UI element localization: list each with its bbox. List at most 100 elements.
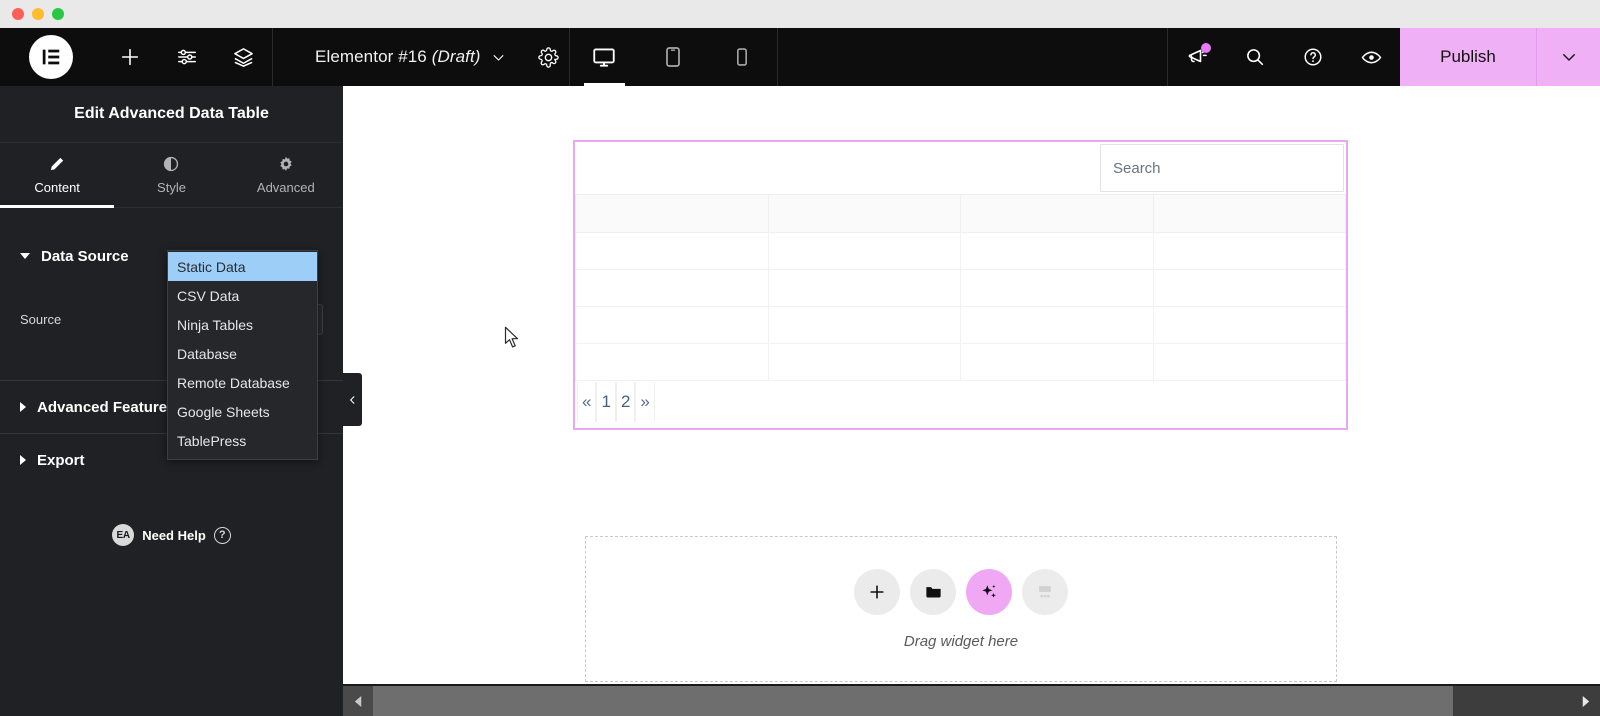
horizontal-scrollbar[interactable] bbox=[343, 686, 1600, 716]
elementor-mark-icon bbox=[42, 49, 59, 65]
pagination-page-1[interactable]: 1 bbox=[596, 382, 616, 422]
table-search-input[interactable]: Search bbox=[1100, 144, 1344, 192]
plus-icon bbox=[870, 584, 884, 599]
chevron-right-icon bbox=[20, 455, 26, 465]
structure-layers-button[interactable] bbox=[215, 28, 272, 86]
table-cell bbox=[767, 306, 961, 344]
add-template-button[interactable] bbox=[910, 568, 956, 615]
panel-title: Edit Advanced Data Table bbox=[0, 86, 343, 143]
pagination-last-button[interactable]: » bbox=[635, 382, 655, 422]
search-icon bbox=[1247, 49, 1264, 66]
table-row bbox=[575, 306, 1346, 344]
topbar-divider-3 bbox=[776, 28, 778, 86]
device-mobile-button[interactable] bbox=[708, 28, 777, 86]
document-title-group[interactable]: Elementor #16 (Draft) bbox=[273, 28, 528, 86]
chevron-left-icon bbox=[350, 395, 355, 404]
document-title: Elementor #16 (Draft) bbox=[315, 47, 481, 66]
table-cell bbox=[1152, 343, 1346, 381]
table-row bbox=[575, 343, 1346, 381]
preview-changes-button[interactable] bbox=[1342, 28, 1400, 86]
elementor-logo-button[interactable] bbox=[0, 35, 101, 79]
tab-style[interactable]: Style bbox=[114, 143, 228, 207]
scrollbar-track-remainder[interactable] bbox=[1453, 686, 1570, 716]
device-tablet-button[interactable] bbox=[639, 28, 708, 86]
pagination-first-button[interactable]: « bbox=[577, 382, 597, 422]
tab-advanced[interactable]: Advanced bbox=[229, 143, 343, 207]
collapse-panel-button[interactable] bbox=[343, 373, 362, 426]
question-circle-icon: ? bbox=[213, 526, 231, 544]
gear-icon bbox=[280, 156, 292, 172]
panel-bottom-strip bbox=[0, 686, 343, 716]
section-advanced-features-label: Advanced Features bbox=[37, 398, 176, 416]
table-cell bbox=[575, 232, 769, 270]
publish-options-button[interactable] bbox=[1536, 28, 1600, 86]
table-cell bbox=[1152, 269, 1346, 307]
notification-badge-dot bbox=[1201, 43, 1211, 53]
source-option-static-data[interactable]: Static Data bbox=[168, 252, 317, 281]
scrollbar-thumb[interactable] bbox=[373, 686, 1453, 716]
source-option-ninja-tables[interactable]: Ninja Tables bbox=[168, 310, 317, 339]
help-button[interactable] bbox=[1284, 28, 1342, 86]
window-titlebar bbox=[0, 0, 1600, 28]
panel-tabs: Content Style Advanced bbox=[0, 143, 343, 208]
mobile-icon bbox=[737, 48, 748, 66]
scrollbar-track[interactable] bbox=[373, 686, 1570, 716]
tablet-icon bbox=[666, 47, 680, 67]
site-settings-button[interactable] bbox=[158, 28, 215, 86]
ai-button[interactable] bbox=[966, 568, 1012, 615]
source-option-database[interactable]: Database bbox=[168, 339, 317, 368]
finder-search-button[interactable] bbox=[1226, 28, 1284, 86]
source-option-tablepress[interactable]: TablePress bbox=[168, 426, 317, 455]
settings-sliders-icon bbox=[177, 49, 196, 65]
topbar-actions bbox=[1168, 28, 1400, 86]
widget-dropzone[interactable]: Drag widget here bbox=[585, 536, 1337, 682]
advanced-data-table-widget[interactable]: Search « 1 2 » bbox=[573, 140, 1348, 430]
window-minimize-button[interactable] bbox=[32, 8, 44, 20]
window-close-button[interactable] bbox=[12, 8, 24, 20]
need-help-link[interactable]: EA Need Help ? bbox=[0, 524, 343, 546]
table-cell bbox=[575, 269, 769, 307]
publish-button[interactable]: Publish bbox=[1400, 28, 1536, 86]
add-element-button[interactable] bbox=[101, 28, 158, 86]
table-cell bbox=[1152, 306, 1346, 344]
source-option-csv-data[interactable]: CSV Data bbox=[168, 281, 317, 310]
scroll-left-button[interactable] bbox=[343, 686, 373, 716]
folder-icon bbox=[925, 587, 941, 598]
add-element-button[interactable] bbox=[854, 568, 900, 615]
scroll-right-button[interactable] bbox=[1570, 686, 1600, 716]
table-cell bbox=[960, 232, 1154, 270]
source-option-google-sheets[interactable]: Google Sheets bbox=[168, 397, 317, 426]
tab-content[interactable]: Content bbox=[0, 143, 115, 208]
tab-style-label: Style bbox=[157, 180, 186, 195]
add-container-button[interactable] bbox=[1022, 568, 1068, 615]
need-help-label: Need Help bbox=[142, 527, 206, 543]
table-header-cell[interactable] bbox=[575, 194, 769, 233]
dropzone-label: Drag widget here bbox=[903, 632, 1019, 650]
chevron-down-icon[interactable] bbox=[491, 50, 506, 65]
table-head bbox=[575, 194, 1346, 233]
table-row bbox=[575, 232, 1346, 270]
table-header-cell[interactable] bbox=[960, 194, 1154, 233]
chevron-down-icon bbox=[20, 253, 30, 259]
table-body bbox=[575, 232, 1346, 381]
table-header-cell[interactable] bbox=[767, 194, 961, 233]
window-zoom-button[interactable] bbox=[52, 8, 64, 20]
data-table bbox=[575, 194, 1346, 381]
device-desktop-button[interactable] bbox=[570, 28, 639, 86]
table-header-cell[interactable] bbox=[1152, 194, 1346, 233]
desktop-icon bbox=[593, 48, 615, 67]
layers-icon bbox=[234, 47, 253, 67]
pagination-page-2[interactable]: 2 bbox=[615, 382, 636, 422]
triangle-left-icon bbox=[354, 695, 361, 707]
preview-eye-icon bbox=[1361, 51, 1381, 63]
document-settings-button[interactable] bbox=[528, 46, 569, 68]
pencil-icon bbox=[51, 157, 64, 171]
source-option-remote-database[interactable]: Remote Database bbox=[168, 368, 317, 397]
gear-icon bbox=[537, 46, 559, 68]
table-row bbox=[575, 269, 1346, 307]
whats-new-button[interactable] bbox=[1168, 28, 1226, 86]
table-cell bbox=[575, 343, 769, 381]
plus-icon bbox=[121, 48, 138, 66]
tab-content-label: Content bbox=[34, 180, 80, 195]
table-cell bbox=[960, 306, 1154, 344]
